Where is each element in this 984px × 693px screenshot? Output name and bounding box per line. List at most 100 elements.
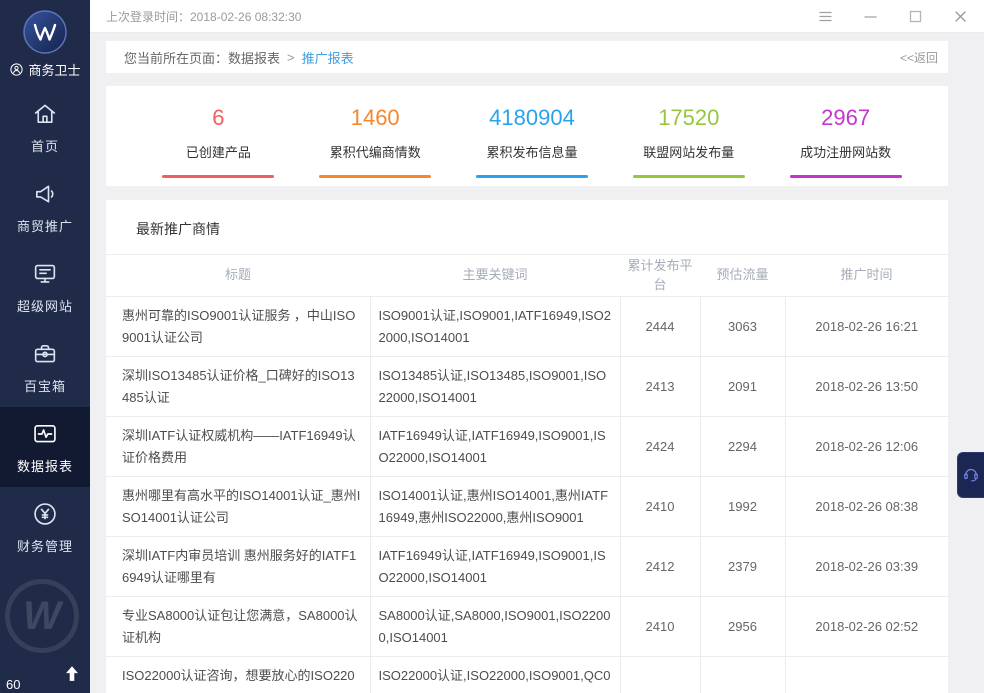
row-platform-count: 2412: [646, 559, 675, 574]
stat-item: 4180904 累积发布信息量: [454, 86, 611, 186]
row-title: ISO22000认证咨询，想要放心的ISO22000: [122, 668, 355, 693]
row-platform-count: 2424: [646, 439, 675, 454]
headset-icon: [962, 465, 980, 486]
stat-value: 2967: [767, 106, 924, 130]
row-traffic: 3063: [728, 319, 757, 334]
stat-label: 成功注册网站数: [767, 142, 924, 161]
sidebar-nav: 首页 商贸推广 超级网站: [0, 87, 90, 567]
stat-underline: [476, 175, 588, 178]
row-traffic: 1992: [728, 499, 757, 514]
col-header-time: 推广时间: [785, 255, 948, 297]
brand-name: 商务卫士: [28, 60, 80, 79]
stats-card: 6 已创建产品 1460 累积代编商情数 4180904 累积发布信息量 175…: [106, 86, 948, 186]
sidebar-item-toolbox[interactable]: 百宝箱: [0, 327, 90, 407]
row-platform-count: 2413: [646, 379, 675, 394]
row-platform-count: 2410: [646, 619, 675, 634]
row-platform-count: 2410: [646, 499, 675, 514]
arrow-up-icon: [61, 673, 83, 688]
stat-item: 17520 联盟网站发布量: [610, 86, 767, 186]
table-row: 惠州可靠的ISO9001认证服务 ，中山ISO9001认证公司 ISO9001认…: [106, 297, 948, 357]
sidebar-badge-number: 60: [6, 677, 20, 692]
row-time: 2018-02-26 13:50: [815, 379, 918, 394]
promo-table-body: 惠州可靠的ISO9001认证服务 ，中山ISO9001认证公司 ISO9001认…: [106, 297, 948, 693]
section-title: 最新推广商情: [106, 200, 948, 254]
sidebar: 商务卫士 首页 商贸推广: [0, 0, 90, 693]
row-time: 2018-02-26 02:52: [815, 619, 918, 634]
breadcrumb-current[interactable]: 推广报表: [302, 48, 354, 67]
stat-underline: [790, 175, 902, 178]
maximize-icon[interactable]: [908, 9, 923, 24]
app-window: 商务卫士 首页 商贸推广: [0, 0, 984, 693]
stat-item: 2967 成功注册网站数: [767, 86, 924, 186]
sidebar-item-label: 首页: [31, 136, 59, 155]
row-title: 惠州可靠的ISO9001认证服务 ，中山ISO9001认证公司: [122, 308, 355, 344]
breadcrumb: 您当前所在页面：数据报表 > 推广报表 <<返回: [106, 41, 948, 73]
row-time: 2018-02-26 08:38: [815, 499, 918, 514]
stat-underline: [633, 175, 745, 178]
back-link[interactable]: <<返回: [900, 49, 938, 66]
table-header-row: 标题 主要关键词 累计发布平台 预估流量 推广时间: [106, 255, 948, 297]
stat-label: 累积发布信息量: [454, 142, 611, 161]
sidebar-item-finance[interactable]: 财务管理: [0, 487, 90, 567]
stat-label: 累积代编商情数: [297, 142, 454, 161]
col-header-traffic: 预估流量: [700, 255, 785, 297]
table-row: 惠州哪里有高水平的ISO14001认证_惠州ISO14001认证公司 ISO14…: [106, 477, 948, 537]
table-row: ISO22000认证咨询，想要放心的ISO22000 ISO22000认证,IS…: [106, 657, 948, 693]
stat-value: 4180904: [454, 106, 611, 130]
menu-icon[interactable]: [818, 9, 833, 24]
sidebar-item-label: 商贸推广: [17, 216, 73, 235]
stat-value: 1460: [297, 106, 454, 130]
row-time: 2018-02-26 16:21: [815, 319, 918, 334]
breadcrumb-prefix: 您当前所在页面：数据报表: [124, 48, 280, 67]
main-area: 上次登录时间：2018-02-26 08:32:30: [90, 0, 984, 693]
user-badge-icon: [9, 62, 24, 77]
breadcrumb-separator: >: [287, 50, 295, 65]
close-icon[interactable]: [953, 9, 968, 24]
sidebar-item-reports[interactable]: 数据报表: [0, 407, 90, 487]
row-keywords: ISO14001认证,惠州ISO14001,惠州IATF16949,惠州ISO2…: [379, 488, 609, 524]
stat-value: 6: [140, 106, 297, 130]
report-pulse-icon: [31, 420, 59, 448]
table-row: 专业SA8000认证包让您满意，SA8000认证机构 SA8000认证,SA80…: [106, 597, 948, 657]
col-header-title: 标题: [106, 255, 370, 297]
row-title: 惠州哪里有高水平的ISO14001认证_惠州ISO14001认证公司: [122, 488, 360, 524]
brand: 商务卫士: [9, 60, 80, 79]
col-header-keywords: 主要关键词: [370, 255, 620, 297]
sidebar-item-home[interactable]: 首页: [0, 87, 90, 167]
minimize-icon[interactable]: [863, 9, 878, 24]
window-controls: [818, 9, 968, 24]
sidebar-item-promotion[interactable]: 商贸推广: [0, 167, 90, 247]
sidebar-item-label: 百宝箱: [24, 376, 66, 395]
col-header-platforms: 累计发布平台: [620, 255, 700, 297]
home-icon: [31, 100, 59, 128]
support-float-button[interactable]: [957, 452, 984, 498]
megaphone-icon: [31, 180, 59, 208]
scroll-top-button[interactable]: [57, 661, 87, 689]
stat-item: 6 已创建产品: [140, 86, 297, 186]
row-keywords: ISO9001认证,ISO9001,IATF16949,ISO22000,ISO…: [379, 308, 611, 344]
website-icon: [31, 260, 59, 288]
row-traffic: 2294: [728, 439, 757, 454]
row-title: 深圳ISO13485认证价格_口碑好的ISO13485认证: [122, 368, 355, 404]
row-platform-count: 2444: [646, 319, 675, 334]
row-keywords: IATF16949认证,IATF16949,ISO9001,ISO22000,I…: [379, 548, 606, 584]
table-row: 深圳ISO13485认证价格_口碑好的ISO13485认证 ISO13485认证…: [106, 357, 948, 417]
sidebar-item-website[interactable]: 超级网站: [0, 247, 90, 327]
promo-table: 标题 主要关键词 累计发布平台 预估流量 推广时间 惠州可靠的ISO9001认证…: [106, 254, 948, 693]
row-title: 深圳IATF认证权威机构——IATF16949认证价格费用: [122, 428, 356, 464]
last-login-time: 上次登录时间：2018-02-26 08:32:30: [106, 8, 301, 25]
stat-item: 1460 累积代编商情数: [297, 86, 454, 186]
sidebar-item-label: 财务管理: [17, 536, 73, 555]
watermark-logo: W: [5, 579, 79, 653]
stat-underline: [162, 175, 274, 178]
row-traffic: 2956: [728, 619, 757, 634]
row-time: 2018-02-26 03:39: [815, 559, 918, 574]
stat-label: 联盟网站发布量: [610, 142, 767, 161]
sidebar-item-label: 超级网站: [17, 296, 73, 315]
row-keywords: SA8000认证,SA8000,ISO9001,ISO22000,ISO1400…: [379, 608, 611, 644]
row-time: 2018-02-26 12:06: [815, 439, 918, 454]
finance-icon: [31, 500, 59, 528]
table-row: 深圳IATF内审员培训 惠州服务好的IATF16949认证哪里有 IATF169…: [106, 537, 948, 597]
row-keywords: ISO13485认证,ISO13485,ISO9001,ISO22000,ISO…: [379, 368, 607, 404]
row-keywords: ISO22000认证,ISO22000,ISO9001,QC080: [379, 668, 611, 693]
